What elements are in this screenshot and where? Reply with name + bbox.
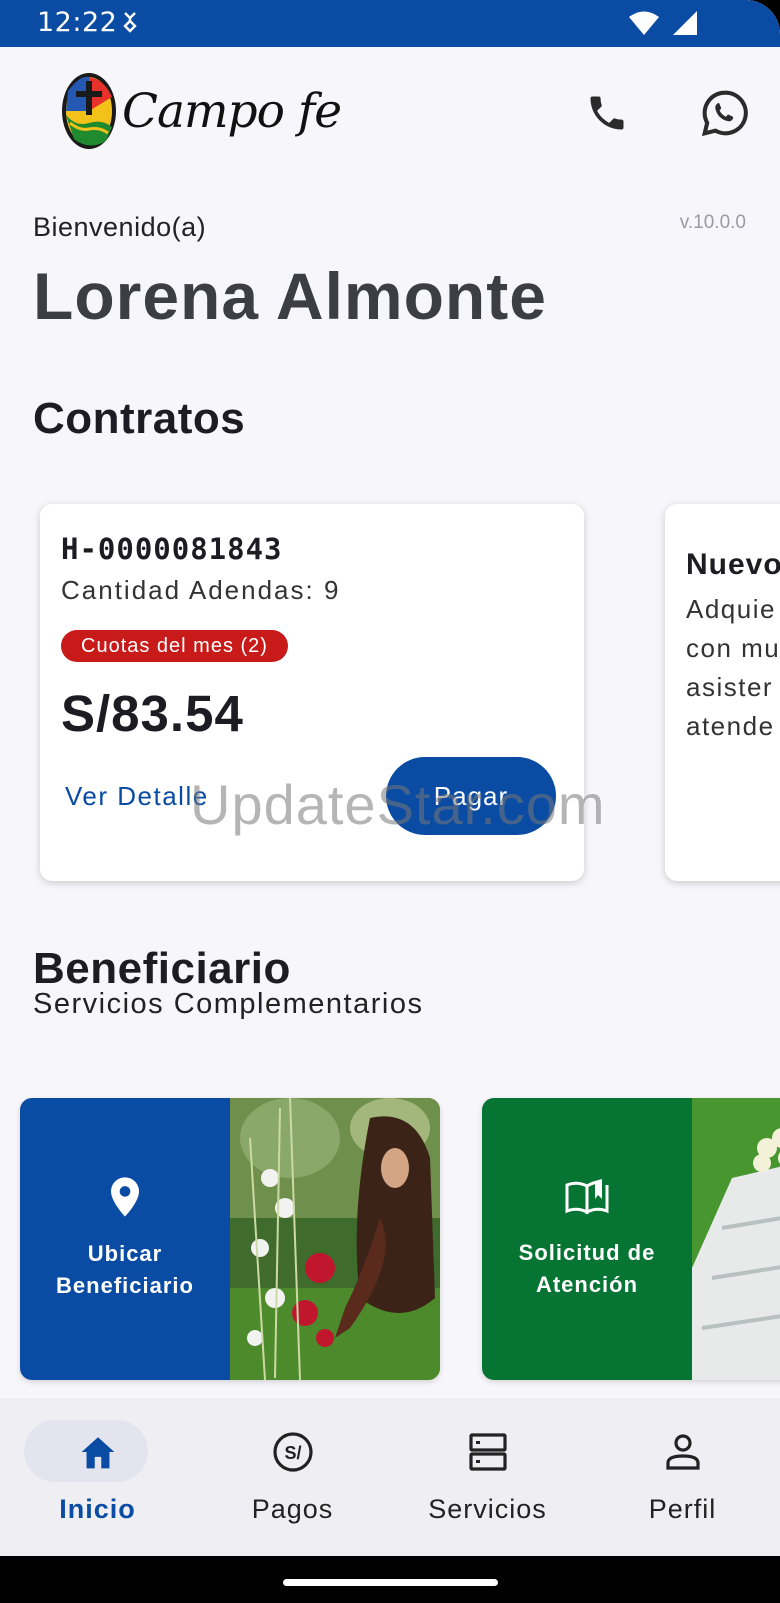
amount-due: S/83.54 [61,685,244,742]
location-pin-icon [111,1177,139,1217]
status-bar: 12:22 [0,0,780,47]
contract-id: H-0000081843 [61,532,283,566]
bottom-navigation: Inicio S/ Pagos Servicios Perfil [0,1398,780,1556]
attention-request-label: Solicitud de Atención [518,1240,656,1297]
whatsapp-button[interactable] [699,87,751,139]
contracts-title: Contratos [33,394,246,443]
promo-text: Adquie con mu asister atende [686,594,780,741]
logo-emblem-icon [62,73,116,149]
view-detail-link[interactable]: Ver Detalle [65,781,209,812]
nav-label-pagos: Pagos [251,1494,334,1524]
attention-request-photo [692,1098,780,1380]
app-header: Campo fe [0,47,780,177]
data-saver-icon [122,11,138,38]
beneficiary-subtitle: Servicios Complementarios [33,988,424,1020]
app-version: v.10.0.0 [679,212,746,233]
person-icon [661,1430,705,1474]
nav-label-servicios: Servicios [428,1494,547,1524]
campo-fe-logo: Campo fe [60,71,342,151]
welcome-greeting: Bienvenido(a) [33,212,207,242]
locate-beneficiary-photo [230,1098,440,1380]
promo-title: Nuevo [686,548,780,581]
svg-text:S/: S/ [284,1443,301,1463]
nav-item-perfil[interactable]: Perfil [585,1398,780,1556]
locate-beneficiary-panel: Ubicar Beneficiario [20,1098,230,1380]
nav-label-perfil: Perfil [648,1494,717,1524]
phone-icon [590,96,624,130]
logo-text: Campo fe [122,83,342,139]
status-indicators [628,10,698,36]
locate-beneficiary-label: Ubicar Beneficiario [56,1241,194,1298]
nav-item-inicio[interactable]: Inicio [0,1398,195,1556]
attention-request-panel: Solicitud de Atención [482,1098,692,1380]
wifi-icon [629,11,659,35]
cell-signal-icon [673,11,697,35]
phone-button[interactable] [581,87,633,139]
app-screen: 12:22 Campo fe Bienvenido(a) v.10.0.0 Lo… [0,0,780,1603]
open-book-icon [565,1179,609,1215]
home-icon [76,1430,120,1474]
user-name: Lorena Almonte [33,259,547,333]
monthly-fees-badge: Cuotas del mes (2) [61,630,288,662]
servers-icon [466,1430,510,1474]
locate-beneficiary-card[interactable]: Ubicar Beneficiario [20,1098,440,1380]
home-gesture-handle[interactable] [283,1579,498,1586]
pay-button[interactable]: Pagar [386,757,556,835]
soles-coin-icon: S/ [271,1430,315,1474]
attention-request-card[interactable]: Solicitud de Atención [482,1098,780,1380]
whatsapp-icon [701,90,748,137]
nav-label-inicio: Inicio [59,1494,136,1524]
contract-card: H-0000081843 Cantidad Adendas: 9 Cuotas … [40,504,584,881]
status-time: 12:22 [37,7,118,38]
beneficiary-title: Beneficiario [33,944,291,993]
promo-card[interactable]: Nuevo Adquie con mu asister atende [665,504,780,881]
nav-item-pagos[interactable]: S/ Pagos [195,1398,390,1556]
addenda-count: Cantidad Adendas: 9 [61,575,341,605]
nav-item-servicios[interactable]: Servicios [390,1398,585,1556]
